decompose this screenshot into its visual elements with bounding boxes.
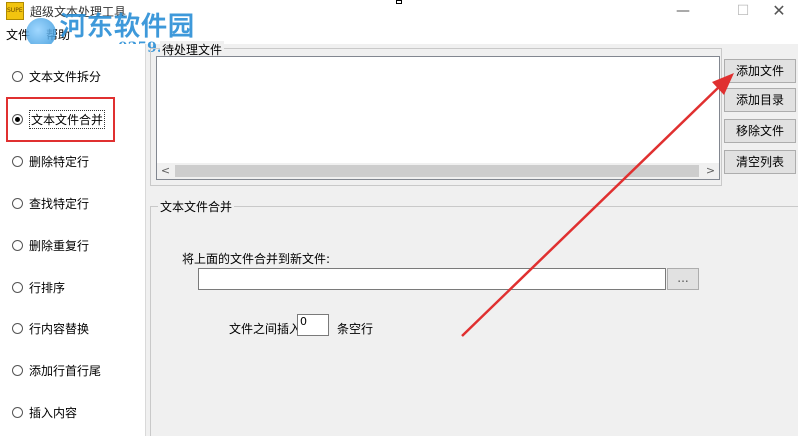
arrow-line	[461, 83, 723, 337]
annotation-arrow	[461, 73, 734, 337]
